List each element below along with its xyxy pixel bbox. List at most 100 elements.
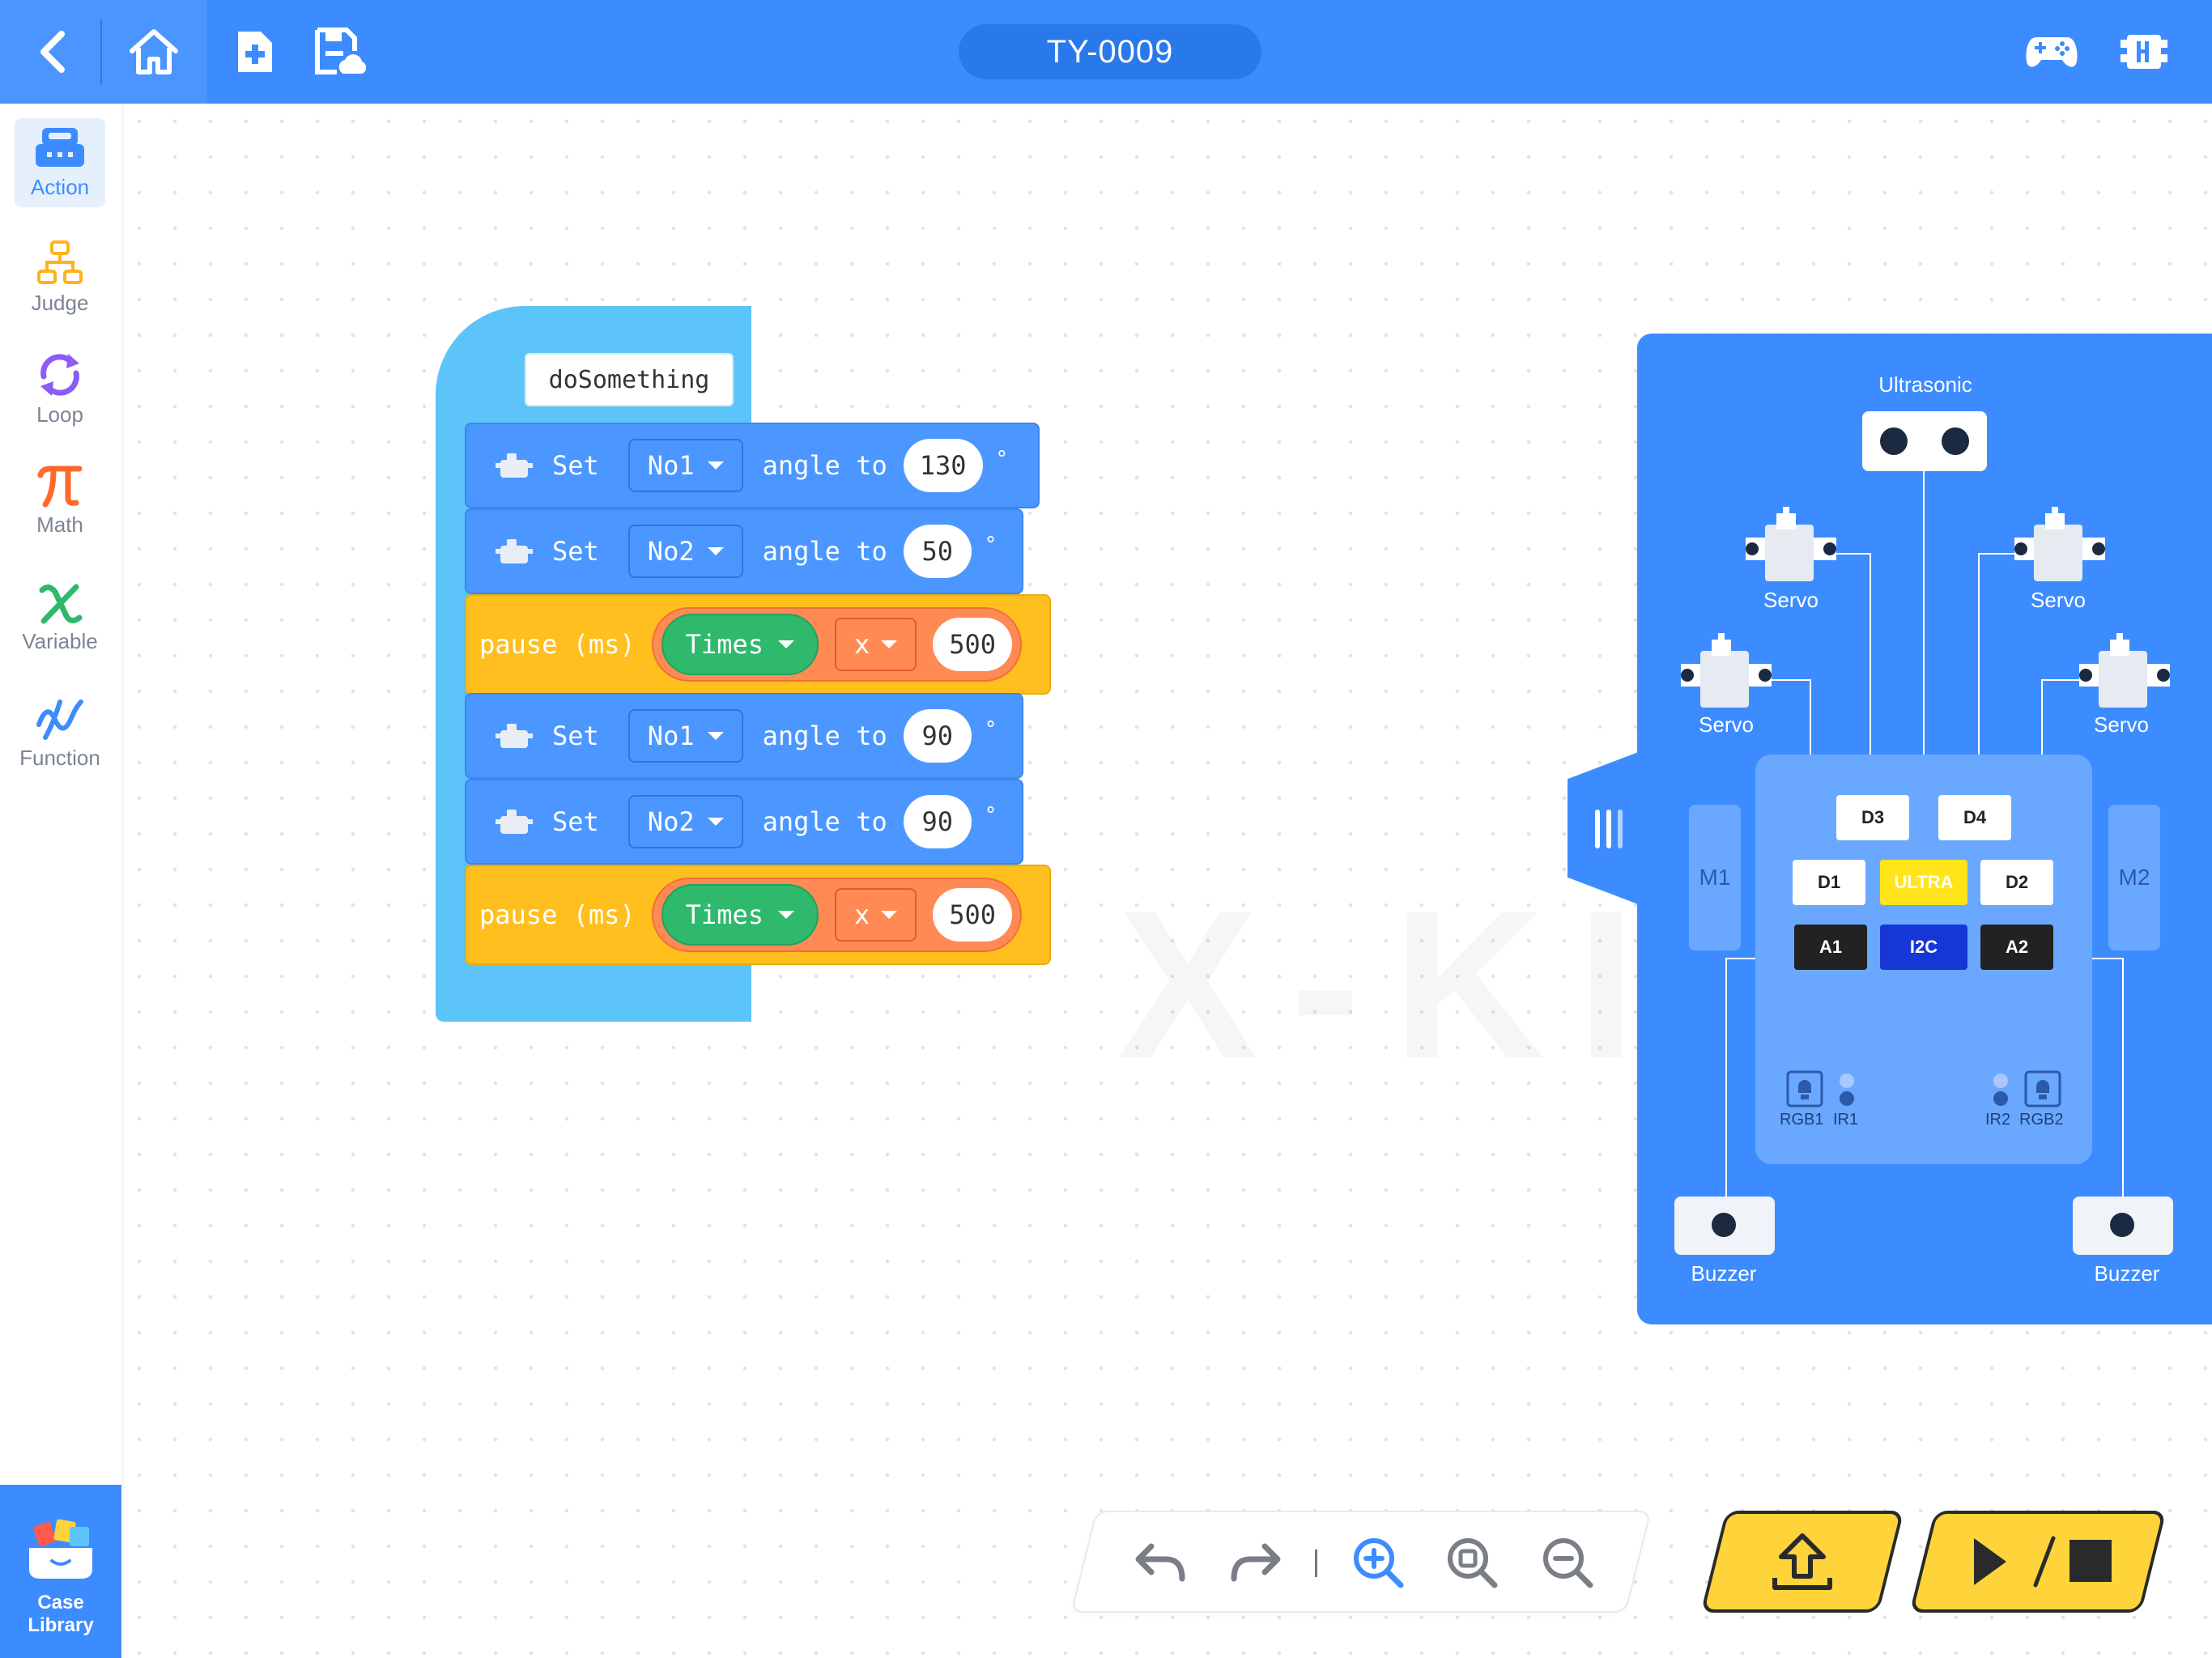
buzzer-label: Buzzer xyxy=(1691,1261,1757,1286)
category-label: Judge xyxy=(31,290,89,315)
zoom-reset-button[interactable] xyxy=(1440,1530,1504,1595)
port-d3[interactable]: D3 xyxy=(1836,795,1909,840)
times-dropdown[interactable]: Times xyxy=(661,884,819,946)
case-library-label: Case Library xyxy=(28,1592,94,1636)
case-library-icon xyxy=(29,1519,92,1579)
pause-keyword: pause (ms) xyxy=(479,629,636,660)
chevron-left-icon xyxy=(40,31,65,73)
servo-mid-left[interactable] xyxy=(1676,631,1776,709)
angle-input[interactable]: 50 xyxy=(903,525,972,578)
variable-x-icon xyxy=(39,584,83,623)
set-keyword: Set xyxy=(552,721,599,751)
multiply-expression[interactable]: Times x 500 xyxy=(651,607,1023,682)
port-a2[interactable]: A2 xyxy=(1980,925,2053,970)
port-i2c[interactable]: I2C xyxy=(1880,925,1967,970)
gamepad-button[interactable] xyxy=(2019,0,2084,104)
servo-select-value: No1 xyxy=(647,721,695,751)
servo-label: Servo xyxy=(2031,588,2086,612)
servo-icon xyxy=(496,539,533,563)
upload-button[interactable] xyxy=(1700,1511,1904,1613)
motor-m2[interactable]: M2 xyxy=(2108,805,2160,950)
caret-down-icon xyxy=(707,461,724,470)
motor-m1[interactable]: M1 xyxy=(1689,805,1741,950)
category-math[interactable]: Math xyxy=(15,457,105,546)
zoom-in-button[interactable] xyxy=(1346,1530,1410,1595)
pause-block[interactable]: pause (ms) Times x 500 xyxy=(465,865,1051,965)
servo-set-block[interactable]: Set No2 angle to 90 ° xyxy=(465,779,1023,865)
undo-button[interactable] xyxy=(1129,1530,1193,1595)
degree-symbol: ° xyxy=(995,447,1009,471)
back-button[interactable] xyxy=(19,0,84,104)
servo-select-dropdown[interactable]: No2 xyxy=(627,795,743,848)
category-action[interactable]: Action xyxy=(15,118,105,207)
multiply-expression[interactable]: Times x 500 xyxy=(651,878,1023,952)
file-plus-icon xyxy=(238,32,272,72)
servo-top-left[interactable] xyxy=(1741,505,1841,583)
operator-dropdown[interactable]: x xyxy=(834,618,917,671)
servo-select-value: No2 xyxy=(647,806,695,837)
servo-set-block[interactable]: Set No1 angle to 90 ° xyxy=(465,693,1023,779)
caret-down-icon xyxy=(777,640,794,648)
angle-keyword: angle to xyxy=(762,721,887,751)
loop-icon xyxy=(40,353,79,396)
rgb2-led-icon[interactable] xyxy=(2024,1070,2061,1107)
ir1-label: IR1 xyxy=(1833,1111,1859,1129)
function-name-field[interactable]: doSomething xyxy=(525,353,734,406)
servo-label: Servo xyxy=(2094,712,2149,737)
times-dropdown[interactable]: Times xyxy=(661,614,819,675)
category-variable[interactable]: Variable xyxy=(15,573,105,662)
servo-select-dropdown[interactable]: No1 xyxy=(627,439,743,492)
angle-input[interactable]: 130 xyxy=(903,439,983,492)
new-file-button[interactable] xyxy=(223,0,285,104)
port-a1[interactable]: A1 xyxy=(1794,925,1867,970)
servo-set-block[interactable]: Set No1 angle to 130 ° xyxy=(465,423,1040,508)
port-d4[interactable]: D4 xyxy=(1938,795,2011,840)
run-stop-button[interactable] xyxy=(1909,1511,2167,1613)
ultrasonic-eye-right xyxy=(1942,427,1969,455)
degree-symbol: ° xyxy=(984,717,998,742)
save-cloud-button[interactable] xyxy=(308,0,372,104)
servo-set-block[interactable]: Set No2 angle to 50 ° xyxy=(465,508,1023,594)
ir1-receiver xyxy=(1840,1091,1854,1106)
servo-select-value: No1 xyxy=(647,450,695,481)
zoom-in-icon xyxy=(1354,1538,1404,1588)
operator-dropdown[interactable]: x xyxy=(834,888,917,942)
port-ultra[interactable]: ULTRA xyxy=(1880,860,1967,905)
category-loop[interactable]: Loop xyxy=(15,345,105,434)
pi-icon xyxy=(37,466,83,507)
zoom-out-button[interactable] xyxy=(1535,1530,1600,1595)
servo-mid-right[interactable] xyxy=(2074,631,2175,709)
board-connect-icon xyxy=(2121,35,2167,69)
undo-icon xyxy=(1135,1543,1185,1582)
robot-icon xyxy=(36,127,84,167)
servo-icon xyxy=(496,453,533,478)
category-label: Variable xyxy=(22,628,98,653)
project-title[interactable]: TY-0009 xyxy=(959,24,1261,79)
zoom-out-icon xyxy=(1543,1538,1593,1588)
case-library-button[interactable]: Case Library xyxy=(0,1485,121,1658)
angle-keyword: angle to xyxy=(762,806,887,837)
rgb1-led-icon[interactable] xyxy=(1786,1070,1823,1107)
zoom-fit-icon xyxy=(1448,1538,1498,1588)
servo-top-right[interactable] xyxy=(2010,505,2110,583)
category-judge[interactable]: Judge xyxy=(15,233,105,322)
angle-keyword: angle to xyxy=(762,450,887,481)
device-connect-button[interactable] xyxy=(2112,0,2176,104)
angle-input[interactable]: 90 xyxy=(903,709,972,763)
pause-block[interactable]: pause (ms) Times x 500 xyxy=(465,594,1051,695)
servo-select-dropdown[interactable]: No1 xyxy=(627,709,743,763)
caret-down-icon xyxy=(707,732,724,740)
pause-value-input[interactable]: 500 xyxy=(933,618,1013,671)
port-d2[interactable]: D2 xyxy=(1980,860,2053,905)
servo-label: Servo xyxy=(1763,588,1819,612)
port-d1[interactable]: D1 xyxy=(1793,860,1865,905)
ir2-label: IR2 xyxy=(1985,1111,2011,1129)
servo-select-dropdown[interactable]: No2 xyxy=(627,525,743,578)
angle-input[interactable]: 90 xyxy=(903,795,972,848)
home-button[interactable] xyxy=(120,0,188,104)
category-function[interactable]: Function xyxy=(15,690,105,779)
caret-down-icon xyxy=(777,911,794,919)
rgb2-label: RGB2 xyxy=(2019,1111,2064,1129)
pause-value-input[interactable]: 500 xyxy=(933,888,1013,942)
redo-button[interactable] xyxy=(1223,1530,1287,1595)
